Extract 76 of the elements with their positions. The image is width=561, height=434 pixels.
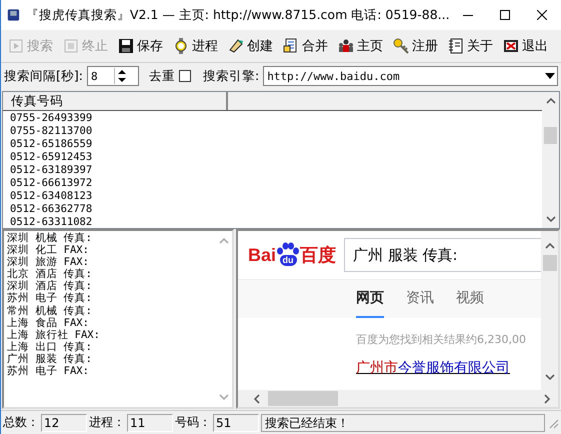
dedupe-label: 去重 <box>148 68 175 84</box>
status-label: 总数： <box>3 414 39 431</box>
engine-label: 搜索引擎: <box>202 68 260 84</box>
film-icon <box>503 38 519 54</box>
resize-grip-icon[interactable] <box>547 416 559 428</box>
toolbar-button[interactable]: 主页 <box>334 34 387 58</box>
status-label: 进程： <box>89 414 125 431</box>
keyword-line: 深圳 机械 传真: <box>7 232 92 244</box>
interval-spinner[interactable]: 8 <box>86 66 139 86</box>
vertical-scrollbar[interactable] <box>541 231 558 390</box>
scroll-up-icon[interactable] <box>546 96 556 106</box>
fax-number[interactable]: 0512-63189397 <box>10 164 92 177</box>
status-message: 搜索已经结束！ <box>261 414 545 432</box>
window-title: 『搜虎传真搜索』V2.1 — 主页: http://www.8715.com 电话: 0519-88... <box>24 6 450 24</box>
close-icon <box>537 10 548 20</box>
scroll-right-icon[interactable] <box>542 394 552 404</box>
keyword-line: 苏州 电子 FAX: <box>7 365 89 378</box>
scroll-thumb[interactable] <box>544 126 557 144</box>
dropdown-caret-icon <box>545 73 555 79</box>
keyword-line: 广州 服装 传真: <box>7 352 92 365</box>
keyword-line: 常州 机械 传真: <box>7 304 92 317</box>
keyword-line: 上海 食品 FAX: <box>7 316 89 329</box>
horizontal-scrollbar[interactable] <box>238 390 558 407</box>
status-value: 12 <box>41 414 87 432</box>
keyword-line: 深圳 化工 FAX: <box>7 244 89 256</box>
dedupe-checkbox[interactable] <box>178 70 191 82</box>
search-tab[interactable]: 资讯 <box>406 280 434 318</box>
scroll-up-icon[interactable] <box>544 241 554 251</box>
fax-number[interactable]: 0512-65186559 <box>10 138 92 151</box>
keyword-line: 深圳 酒店 传真: <box>7 280 92 292</box>
app-icon <box>7 7 20 23</box>
status-label: 号码： <box>175 414 211 431</box>
stop-icon <box>63 38 79 54</box>
engine-dropdown[interactable]: http://www.baidu.com <box>263 66 558 86</box>
maximize-icon <box>500 10 510 20</box>
toolbar-button[interactable]: 保存 <box>114 34 167 58</box>
scroll-thumb[interactable] <box>268 391 338 406</box>
notebook-icon <box>448 38 464 54</box>
scroll-thumb[interactable] <box>542 255 556 271</box>
keyword-line: 苏州 电子 传真: <box>7 292 92 305</box>
scroll-down-icon[interactable] <box>544 372 554 382</box>
fax-number[interactable]: 0512-63408123 <box>10 190 92 203</box>
search-tab[interactable]: 网页 <box>356 280 384 318</box>
toolbar-button[interactable]: 进程 <box>169 34 222 58</box>
toolbar-button[interactable]: 注册 <box>389 34 442 58</box>
toolbar-button[interactable]: 关于 <box>444 34 497 58</box>
result-link[interactable]: 广州市今誉服饰有限公司 <box>238 347 541 377</box>
fax-number[interactable]: 0512-66362778 <box>10 203 92 216</box>
toolbar-button[interactable]: 合并 <box>279 34 332 58</box>
watch-icon <box>173 38 189 54</box>
keyword-line: 北京 酒店 传真: <box>7 268 92 280</box>
fax-number[interactable]: 0755-26493399 <box>10 112 92 125</box>
interval-label: 搜索间隔[秒]: <box>4 68 83 84</box>
keyword-line: 上海 出口 传真: <box>7 340 92 353</box>
document-icon <box>283 38 299 54</box>
play-icon <box>8 38 24 54</box>
search-field[interactable]: 广州 服装 传真: <box>344 238 541 272</box>
key-icon <box>393 38 409 54</box>
people-icon <box>338 38 354 54</box>
status-value: 11 <box>127 414 173 432</box>
keyword-line: 上海 旅行社 FAX: <box>7 328 100 341</box>
scroll-left-icon[interactable] <box>252 394 262 404</box>
toolbar-button[interactable]: 退出 <box>499 34 552 58</box>
fax-number[interactable]: 0512-65912453 <box>10 151 92 164</box>
search-tab[interactable]: 视频 <box>456 280 484 318</box>
pen-icon <box>228 38 244 54</box>
result-count: 百度为您找到相关结果约6,230,00 <box>355 332 527 347</box>
fax-number[interactable]: 0755-82113700 <box>10 125 92 138</box>
status-value: 51 <box>213 414 259 432</box>
scroll-down-icon[interactable] <box>546 214 556 224</box>
toolbar-button[interactable]: 创建 <box>224 34 277 58</box>
fax-number[interactable]: 0512-66613972 <box>10 177 92 190</box>
vertical-scrollbar[interactable] <box>542 92 559 228</box>
fax-number[interactable]: 0512-63311082 <box>10 216 92 228</box>
keyword-line: 深圳 旅游 FAX: <box>7 256 89 268</box>
baidu-logo[interactable]: Bai du 百度 <box>248 242 336 268</box>
